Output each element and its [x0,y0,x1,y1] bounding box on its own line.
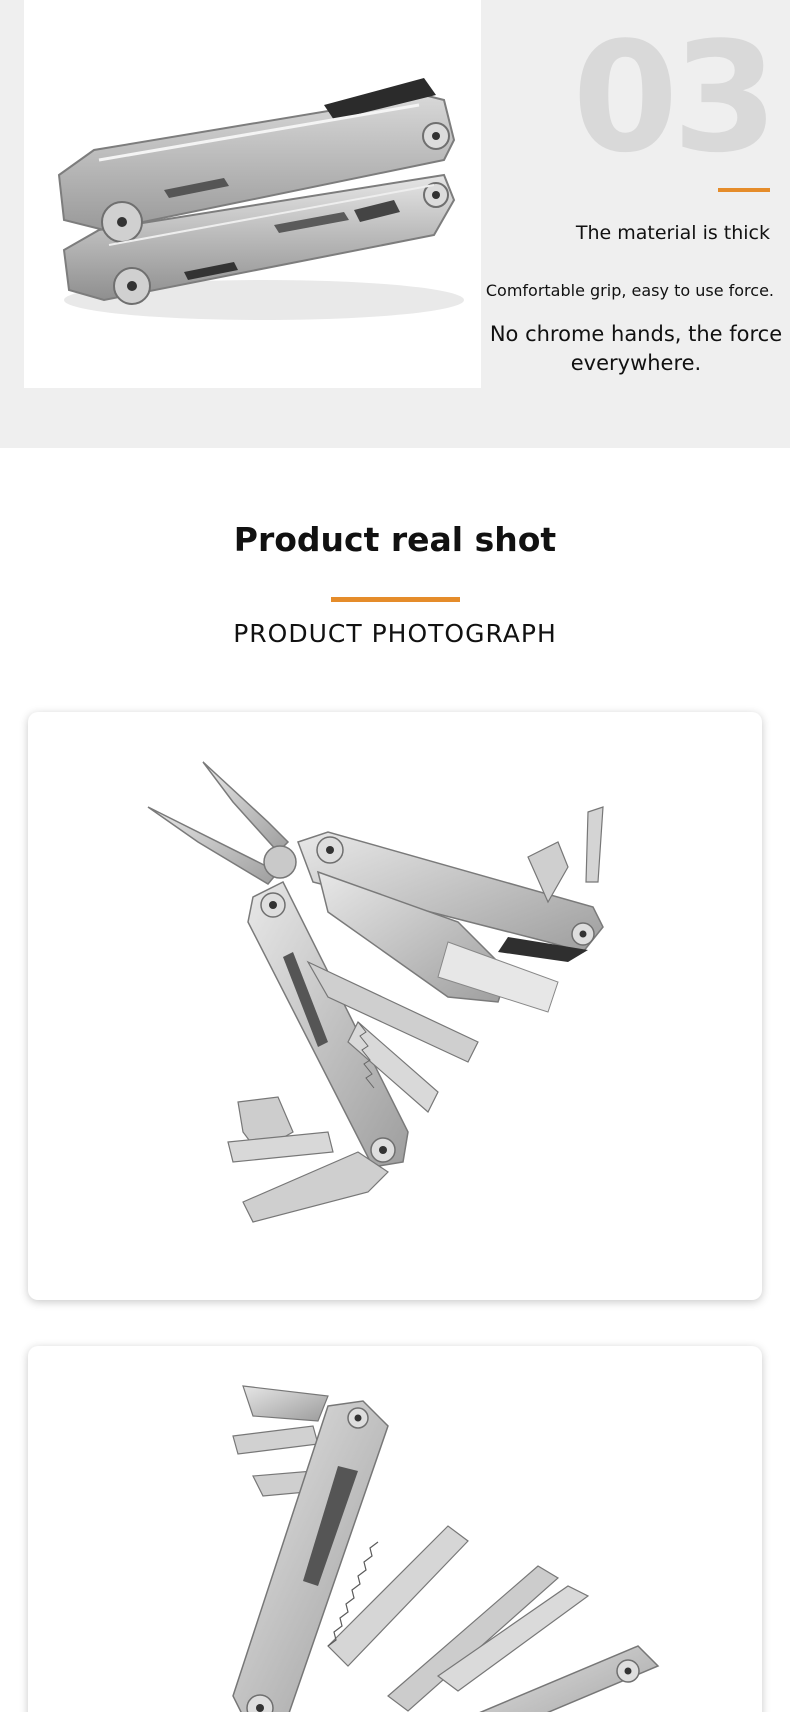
opened-multitool-illustration [147,761,604,1223]
product-photo-card-2 [28,1346,762,1712]
folded-multitool-illustration [57,78,464,320]
feature-title: The material is thick [575,222,770,244]
feature-description: No chrome hands, the force everywhere. [489,322,783,375]
folded-multitool-image [24,0,481,388]
section-title: Product real shot [233,520,557,559]
feature-subtitle: Comfortable grip, easy to use force. [485,281,774,300]
section-subtitle: PRODUCT PHOTOGRAPH [233,619,557,648]
feature-accent-line [718,188,770,192]
feature-number: 03 [572,9,778,186]
feature-section: 03 The material is thick Comfortable gri… [0,0,790,448]
opened-multitool-saw-illustration [232,1385,660,1712]
product-photo-card-1 [28,712,762,1300]
section-accent-line [331,597,460,602]
